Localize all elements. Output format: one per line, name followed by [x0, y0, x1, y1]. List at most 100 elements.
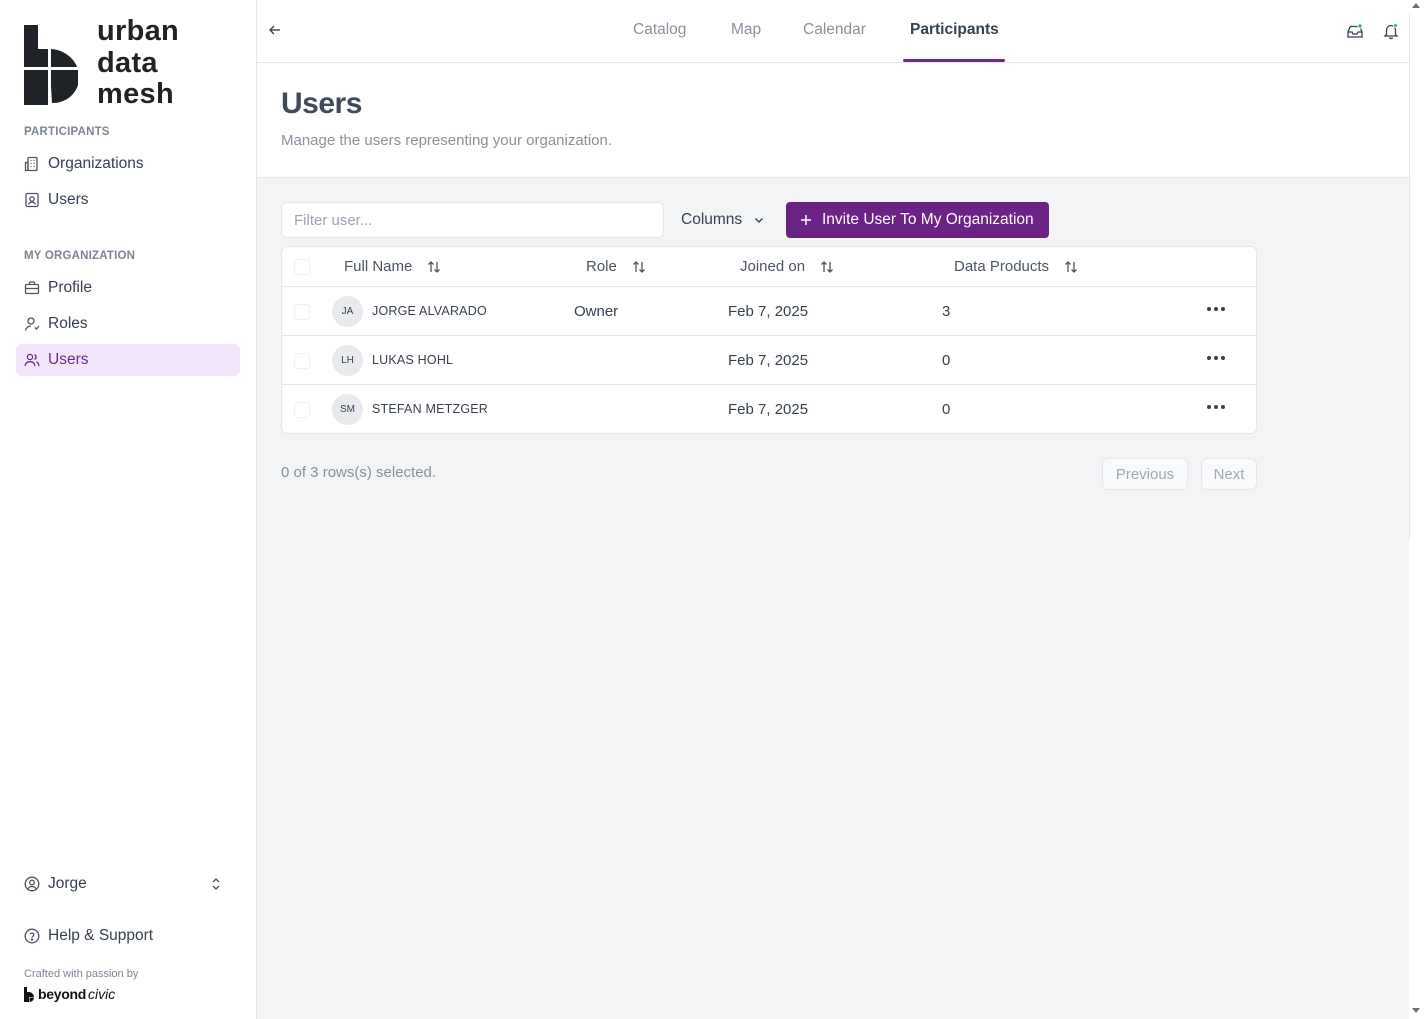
user-data-products: 0 [942, 401, 951, 418]
beyond-civic-mark-icon [24, 986, 34, 1002]
user-full-name: LUKAS HOHL [372, 353, 454, 367]
column-header-joined-on[interactable]: Joined on [740, 258, 835, 275]
user-joined-on: Feb 7, 2025 [728, 352, 809, 369]
avatar: JA [332, 296, 363, 327]
user-data-products: 3 [942, 303, 951, 320]
invite-user-button[interactable]: Invite User To My Organization [786, 202, 1049, 238]
select-all-checkbox[interactable] [294, 259, 310, 275]
plus-icon [801, 215, 811, 225]
beyond-text: beyond [38, 986, 86, 1002]
sort-icon [428, 260, 441, 273]
logo-text: urban data mesh [97, 15, 180, 111]
civic-text: civic [87, 986, 116, 1002]
column-header-role[interactable]: Role [586, 258, 647, 275]
page-subtitle: Manage the users representing your organ… [281, 132, 613, 149]
logo-line: data [97, 46, 158, 79]
tab-calendar[interactable]: Calendar [803, 21, 866, 39]
avatar: LH [332, 345, 363, 376]
column-header-label: Joined on [740, 258, 806, 275]
scrollbar-thumb[interactable] [1409, 14, 1410, 538]
bell-icon[interactable] [1382, 22, 1400, 40]
table-header: Full Name Role Joined on Data Products [282, 247, 1256, 287]
tab-catalog[interactable]: Catalog [633, 21, 686, 39]
section-label-participants: PARTICIPANTS [24, 126, 110, 138]
sidebar-item-profile[interactable]: Profile [16, 272, 240, 304]
page-title: Users [281, 87, 362, 120]
sidebar-item-users[interactable]: Users [16, 344, 240, 376]
users-icon [24, 353, 40, 367]
table-row[interactable]: SM STEFAN METZGER Feb 7, 2025 0 [282, 385, 1256, 433]
sidebar-item-label: Users [48, 351, 89, 368]
avatar: SM [332, 394, 363, 425]
sort-icon [821, 260, 834, 273]
columns-button[interactable]: Columns [681, 202, 766, 238]
logo-mark-icon [24, 25, 78, 105]
scroll-down-arrow-icon[interactable] [1412, 1008, 1420, 1013]
chevron-down-icon [755, 218, 764, 223]
logo[interactable]: urban data mesh [24, 15, 180, 111]
user-circle-icon [24, 876, 40, 892]
row-checkbox[interactable] [294, 304, 310, 320]
active-tab-indicator [903, 59, 1005, 62]
contact-icon [25, 192, 39, 208]
column-header-label: Role [586, 258, 617, 275]
user-name: Jorge [48, 875, 87, 892]
filter-user-input[interactable] [281, 202, 664, 238]
user-switcher[interactable]: Jorge [16, 868, 240, 900]
column-header-full-name[interactable]: Full Name [344, 258, 442, 275]
user-joined-on: Feb 7, 2025 [728, 401, 809, 418]
sidebar-item-roles[interactable]: Roles [16, 308, 240, 340]
tab-participants[interactable]: Participants [910, 21, 999, 39]
page-scrollbar[interactable] [1409, 0, 1424, 1019]
sidebar-item-organizations[interactable]: Organizations [16, 148, 240, 180]
sort-icon [1065, 260, 1078, 273]
logo-line: urban [97, 15, 180, 47]
column-header-label: Full Name [344, 258, 413, 275]
table-row[interactable]: LH LUKAS HOHL Feb 7, 2025 0 [282, 336, 1256, 385]
column-header-label: Data Products [954, 258, 1050, 275]
sort-icon [632, 260, 645, 273]
sidebar-item-label: Organizations [48, 155, 144, 172]
chevrons-up-down-icon [212, 878, 220, 890]
more-horizontal-icon[interactable] [1205, 399, 1227, 417]
sidebar-item-users-participants[interactable]: Users [16, 184, 240, 216]
inbox-icon[interactable] [1346, 22, 1364, 40]
help-label: Help & Support [48, 927, 154, 944]
table-row[interactable]: JA JORGE ALVARADO Owner Feb 7, 2025 3 [282, 287, 1256, 336]
building-icon [24, 156, 38, 172]
help-circle-icon [24, 928, 40, 944]
arrow-left-icon[interactable] [267, 22, 283, 38]
invite-label: Invite User To My Organization [822, 211, 1034, 228]
user-full-name: JORGE ALVARADO [372, 304, 487, 318]
row-checkbox[interactable] [294, 402, 310, 418]
selection-status: 0 of 3 rows(s) selected. [281, 464, 437, 481]
sidebar-item-label: Users [48, 191, 89, 208]
user-data-products: 0 [942, 352, 951, 369]
logo-line: mesh [97, 78, 174, 110]
columns-label: Columns [681, 211, 743, 228]
user-role: Owner [574, 303, 619, 320]
user-icon [24, 317, 40, 331]
row-checkbox[interactable] [294, 353, 310, 369]
top-bar: Catalog Map Calendar Participants [257, 0, 1409, 63]
scroll-up-arrow-icon[interactable] [1412, 3, 1420, 8]
column-header-data-products[interactable]: Data Products [954, 258, 1079, 275]
briefcase-icon [24, 281, 40, 295]
page-header: Users Manage the users representing your… [257, 63, 1409, 178]
more-horizontal-icon[interactable] [1205, 301, 1227, 319]
sidebar: urban data mesh PARTICIPANTS Organizatio… [0, 0, 257, 1019]
user-joined-on: Feb 7, 2025 [728, 303, 809, 320]
crafted-text: Crafted with passion by [24, 968, 139, 980]
sidebar-item-label: Profile [48, 279, 92, 296]
main-content: Columns Invite User To My Organization F… [257, 178, 1409, 1019]
help-support-link[interactable]: Help & Support [16, 920, 240, 952]
tab-map[interactable]: Map [731, 21, 761, 39]
previous-page-button[interactable]: Previous [1102, 458, 1188, 490]
users-table: Full Name Role Joined on Data Products J… [281, 246, 1257, 434]
beyond-civic-logo[interactable]: beyond civic [24, 986, 115, 1002]
more-horizontal-icon[interactable] [1205, 350, 1227, 368]
sidebar-item-label: Roles [48, 315, 88, 332]
next-page-button[interactable]: Next [1201, 458, 1257, 490]
section-label-my-organization: MY ORGANIZATION [24, 250, 136, 262]
user-full-name: STEFAN METZGER [372, 402, 489, 416]
